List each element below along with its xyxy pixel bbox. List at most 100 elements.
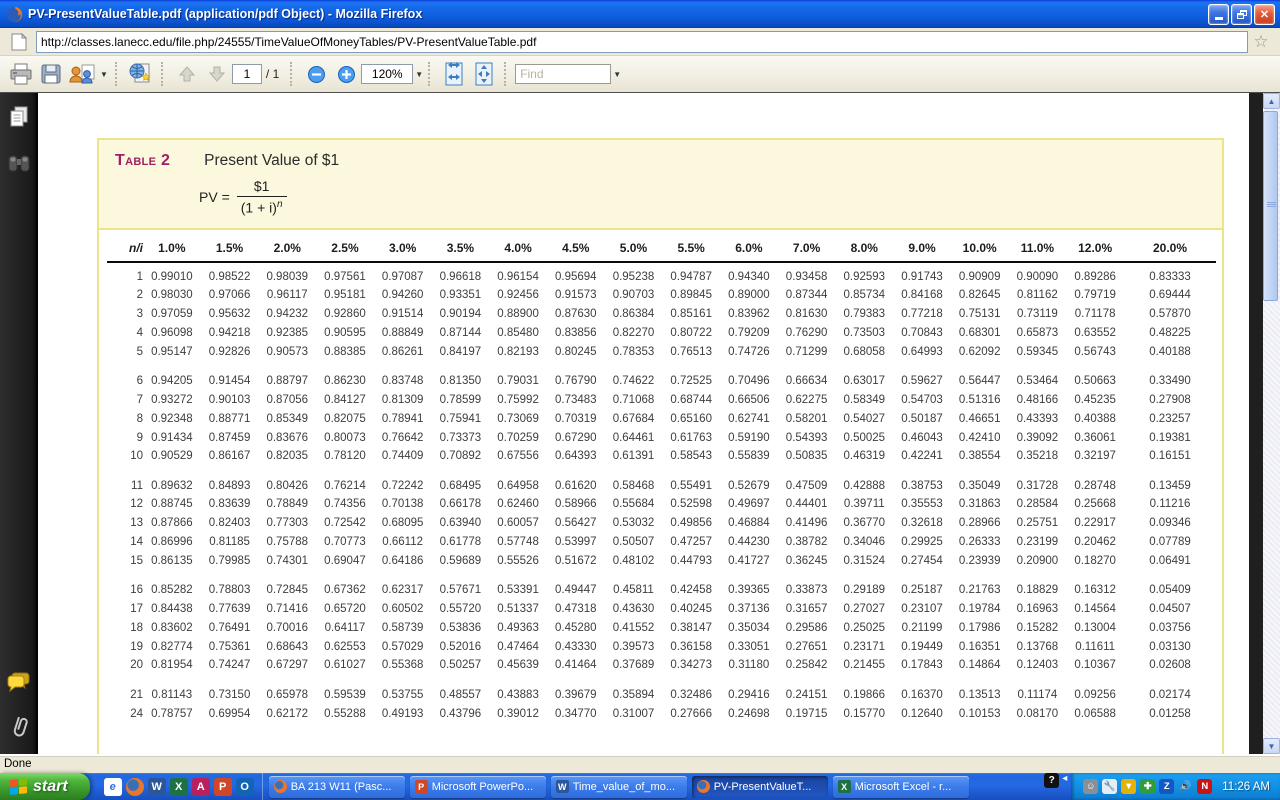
- pv-cell: 0.75361: [201, 637, 259, 656]
- help-icon[interactable]: ?: [1044, 773, 1059, 788]
- pv-cell: 0.86261: [374, 342, 432, 361]
- restore-button[interactable]: [1231, 4, 1252, 25]
- pdf-page: Table 2 Present Value of $1 PV = $1 (1 +…: [38, 93, 1249, 754]
- pv-cell: 0.86996: [143, 533, 201, 552]
- word-icon[interactable]: W: [148, 778, 166, 796]
- period-cell: 5: [107, 342, 143, 361]
- email-button[interactable]: ▼: [66, 60, 110, 88]
- outlook-icon[interactable]: O: [236, 778, 254, 796]
- email-dropdown-caret[interactable]: ▼: [100, 70, 108, 79]
- pv-cell: 0.70496: [720, 361, 778, 390]
- scroll-up-arrow[interactable]: ▲: [1263, 93, 1280, 109]
- find-dropdown-caret[interactable]: ▼: [613, 70, 621, 79]
- fit-page-button[interactable]: [469, 60, 499, 88]
- pv-cell: 0.97059: [143, 305, 201, 324]
- pv-cell: 0.88745: [143, 495, 201, 514]
- health-icon[interactable]: ✚: [1140, 779, 1155, 794]
- scrollbar-thumb[interactable]: [1263, 111, 1278, 301]
- pv-cell: 0.16370: [893, 675, 951, 704]
- pv-cell: 0.89632: [143, 466, 201, 495]
- minimize-button[interactable]: [1208, 4, 1229, 25]
- pv-cell: 0.39679: [547, 675, 605, 704]
- close-button[interactable]: ✕: [1254, 4, 1275, 25]
- search-binoculars-icon[interactable]: [7, 152, 31, 179]
- save-button[interactable]: [36, 60, 66, 88]
- task-label: BA 213 W11 (Pasc...: [291, 781, 392, 793]
- pv-cell: 0.35894: [605, 675, 663, 704]
- next-page-button[interactable]: [202, 60, 232, 88]
- scroll-down-arrow[interactable]: ▼: [1263, 738, 1280, 754]
- pv-cell: 0.78757: [143, 704, 201, 723]
- pv-cell: 0.83748: [374, 361, 432, 390]
- web-convert-button[interactable]: [126, 60, 156, 88]
- url-input[interactable]: [36, 31, 1248, 53]
- pv-cell: 0.89845: [662, 286, 720, 305]
- vertical-scrollbar[interactable]: ▲ ▼: [1263, 93, 1280, 754]
- taskbar-task-button[interactable]: WTime_value_of_mo...: [551, 776, 687, 798]
- print-button[interactable]: [6, 60, 36, 88]
- pv-cell: 0.70773: [316, 533, 374, 552]
- excel-icon[interactable]: X: [170, 778, 188, 796]
- taskbar: start e WXAPO BA 213 W11 (Pasc... PMicroso…: [0, 773, 1280, 800]
- hidden-icons-chevron[interactable]: ◂: [1062, 773, 1067, 800]
- norton-icon[interactable]: N: [1197, 779, 1212, 794]
- formula-lhs: PV =: [199, 189, 230, 205]
- pv-cell: 0.16963: [1009, 600, 1067, 619]
- scrollbar-track[interactable]: [1263, 109, 1280, 738]
- pv-cell: 0.25751: [1009, 514, 1067, 533]
- col-header-rate: 11.0%: [1009, 236, 1067, 262]
- zoom-out-button[interactable]: [301, 60, 331, 88]
- pv-cell: 0.64117: [316, 618, 374, 637]
- windows-logo-icon: [10, 778, 28, 796]
- col-header-rate: 1.0%: [143, 236, 201, 262]
- messenger-icon[interactable]: ☺: [1083, 779, 1098, 794]
- pv-cell: 0.17843: [893, 656, 951, 675]
- pv-cell: 0.70016: [258, 618, 316, 637]
- pv-cell: 0.03756: [1124, 618, 1216, 637]
- period-cell: 17: [107, 600, 143, 619]
- pv-cell: 0.70892: [432, 447, 490, 466]
- tools-icon[interactable]: 🔧: [1102, 779, 1117, 794]
- toolbar-grip: [504, 62, 510, 86]
- taskbar-task-button[interactable]: PMicrosoft PowerPo...: [410, 776, 546, 798]
- pv-cell: 0.02174: [1124, 675, 1216, 704]
- pv-cell: 0.75941: [432, 409, 490, 428]
- pages-panel-icon[interactable]: [8, 105, 30, 134]
- attachments-paperclip-icon[interactable]: [8, 715, 30, 744]
- pv-cell: 0.92860: [316, 305, 374, 324]
- access-icon[interactable]: A: [192, 778, 210, 796]
- powerpoint-icon[interactable]: P: [214, 778, 232, 796]
- volume-icon[interactable]: 🔊: [1178, 779, 1193, 794]
- pv-cell: 0.32486: [662, 675, 720, 704]
- taskbar-task-button[interactable]: PV-PresentValueT...: [692, 776, 828, 798]
- page-number-input[interactable]: [232, 64, 262, 84]
- pv-cell: 0.80245: [547, 342, 605, 361]
- find-input[interactable]: [515, 64, 611, 84]
- zoom-dropdown-caret[interactable]: ▼: [415, 70, 423, 79]
- pv-cell: 0.93272: [143, 391, 201, 410]
- previous-page-button[interactable]: [172, 60, 202, 88]
- pv-cell: 0.57748: [489, 533, 547, 552]
- fit-width-button[interactable]: [439, 60, 469, 88]
- zonealarm-icon[interactable]: Z: [1159, 779, 1174, 794]
- zoom-in-button[interactable]: [331, 60, 361, 88]
- firefox-icon[interactable]: [126, 778, 144, 796]
- pv-cell: 0.58349: [835, 391, 893, 410]
- col-header-rate: 4.0%: [489, 236, 547, 262]
- pv-cell: 0.58543: [662, 447, 720, 466]
- ie-icon[interactable]: e: [104, 778, 122, 796]
- toolbar-grip: [428, 62, 434, 86]
- pv-cell: 0.65720: [316, 600, 374, 619]
- taskbar-task-button[interactable]: BA 213 W11 (Pasc...: [269, 776, 405, 798]
- start-button[interactable]: start: [0, 773, 90, 800]
- pv-cell: 0.68495: [432, 466, 490, 495]
- zoom-level-box[interactable]: 120%: [361, 64, 413, 84]
- pv-cell: 0.10367: [1066, 656, 1124, 675]
- taskbar-task-button[interactable]: XMicrosoft Excel - r...: [833, 776, 969, 798]
- period-cell: 15: [107, 551, 143, 570]
- bookmark-star-icon[interactable]: ☆: [1248, 31, 1274, 53]
- page-icon[interactable]: [6, 31, 32, 53]
- comments-panel-icon[interactable]: [6, 672, 32, 697]
- shield-icon[interactable]: ▼: [1121, 779, 1136, 794]
- pv-cell: 0.83639: [201, 495, 259, 514]
